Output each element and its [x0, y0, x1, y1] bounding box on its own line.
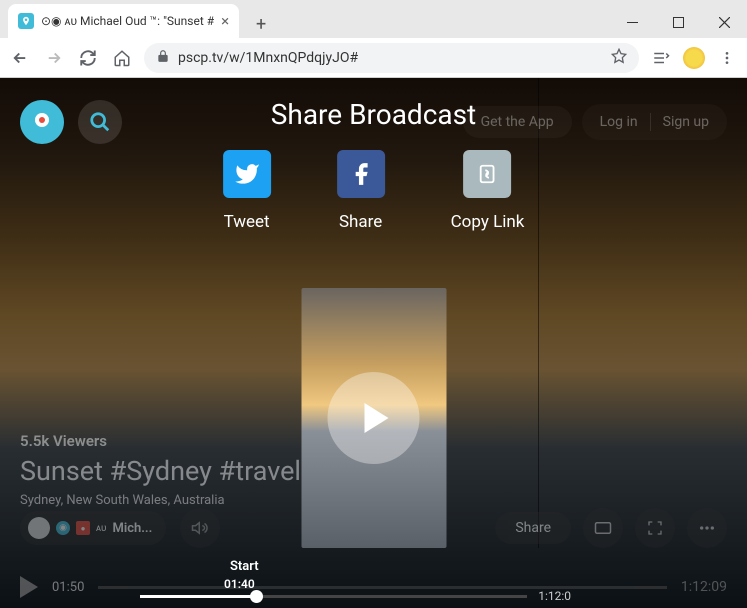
facebook-share-option[interactable]: Share — [337, 150, 385, 232]
fullscreen-button[interactable] — [635, 508, 675, 548]
back-button[interactable] — [8, 46, 32, 70]
lock-icon — [156, 49, 170, 67]
au-badge: ᴀᴜ — [96, 523, 106, 534]
media-extension-icon[interactable] — [649, 46, 673, 70]
tweet-option[interactable]: Tweet — [223, 150, 271, 232]
modal-title: Share Broadcast — [0, 98, 747, 131]
address-bar[interactable]: pscp.tv/w/1MnxnQPdqjyJO# — [144, 43, 639, 73]
page-content: Get the App Log in Sign up Share Broadca… — [0, 78, 747, 608]
browser-menu-icon[interactable] — [715, 46, 739, 70]
tab-close-icon[interactable]: × — [221, 12, 229, 30]
slider-end-time: 1:12:0 — [538, 589, 571, 603]
slider-thumb[interactable] — [250, 590, 263, 603]
copy-link-option[interactable]: Copy Link — [451, 150, 525, 232]
forward-button[interactable] — [42, 46, 66, 70]
current-time: 01:50 — [52, 580, 84, 595]
home-button[interactable] — [110, 46, 134, 70]
start-time-value: 01:40 — [224, 577, 255, 591]
twitter-icon — [223, 150, 271, 198]
theater-mode-button[interactable] — [583, 508, 623, 548]
audio-button[interactable] — [180, 508, 220, 548]
start-label: Start — [230, 559, 259, 574]
play-button[interactable] — [20, 576, 38, 598]
progress-bar[interactable] — [98, 586, 667, 589]
broadcaster-chip[interactable]: ◉ ● ᴀᴜ Mich... — [20, 511, 166, 545]
share-button[interactable]: Share — [495, 512, 571, 544]
copy-label: Copy Link — [451, 212, 525, 232]
browser-tab[interactable]: ⊙◉ ᴀᴜ Michael Oud ™: "Sunset # × — [8, 4, 239, 38]
extension-icon[interactable] — [683, 47, 705, 69]
bookmark-star-icon[interactable] — [611, 48, 627, 68]
more-options-button[interactable] — [687, 508, 727, 548]
broadcast-location: Sydney, New South Wales, Australia — [20, 493, 301, 508]
live-badge: ● — [76, 521, 90, 535]
minimize-button[interactable] — [609, 6, 655, 38]
link-icon — [464, 150, 512, 198]
maximize-button[interactable] — [655, 6, 701, 38]
url-text: pscp.tv/w/1MnxnQPdqjyJO# — [178, 50, 358, 66]
video-thumbnail[interactable] — [301, 288, 446, 548]
window-titlebar: ⊙◉ ᴀᴜ Michael Oud ™: "Sunset # × + — [0, 0, 747, 38]
share-options: Tweet Share Copy Link — [223, 150, 525, 232]
viewer-count: 5.5k Viewers — [20, 432, 301, 450]
avatar — [28, 517, 50, 539]
tweet-label: Tweet — [224, 212, 270, 232]
reload-button[interactable] — [76, 46, 100, 70]
verified-badge: ◉ — [56, 521, 70, 535]
play-icon — [365, 403, 389, 433]
close-window-button[interactable] — [701, 6, 747, 38]
total-duration: 1:12:09 — [681, 579, 727, 595]
start-slider[interactable]: 1:12:0 — [140, 595, 527, 598]
broadcast-title: Sunset #Sydney #travel — [20, 455, 301, 487]
broadcaster-name: Mich... — [112, 521, 152, 536]
facebook-icon — [337, 150, 385, 198]
new-tab-button[interactable]: + — [247, 10, 275, 38]
play-overlay — [328, 372, 420, 464]
broadcast-info: 5.5k Viewers Sunset #Sydney #travel Sydn… — [20, 432, 301, 508]
periscope-favicon — [18, 13, 34, 29]
window-controls — [609, 6, 747, 38]
share-label: Share — [339, 212, 382, 232]
browser-toolbar: pscp.tv/w/1MnxnQPdqjyJO# — [0, 38, 747, 78]
tab-title: ⊙◉ ᴀᴜ Michael Oud ™: "Sunset # — [41, 14, 214, 28]
start-time-control: Start 01:40 1:12:0 — [140, 595, 527, 598]
